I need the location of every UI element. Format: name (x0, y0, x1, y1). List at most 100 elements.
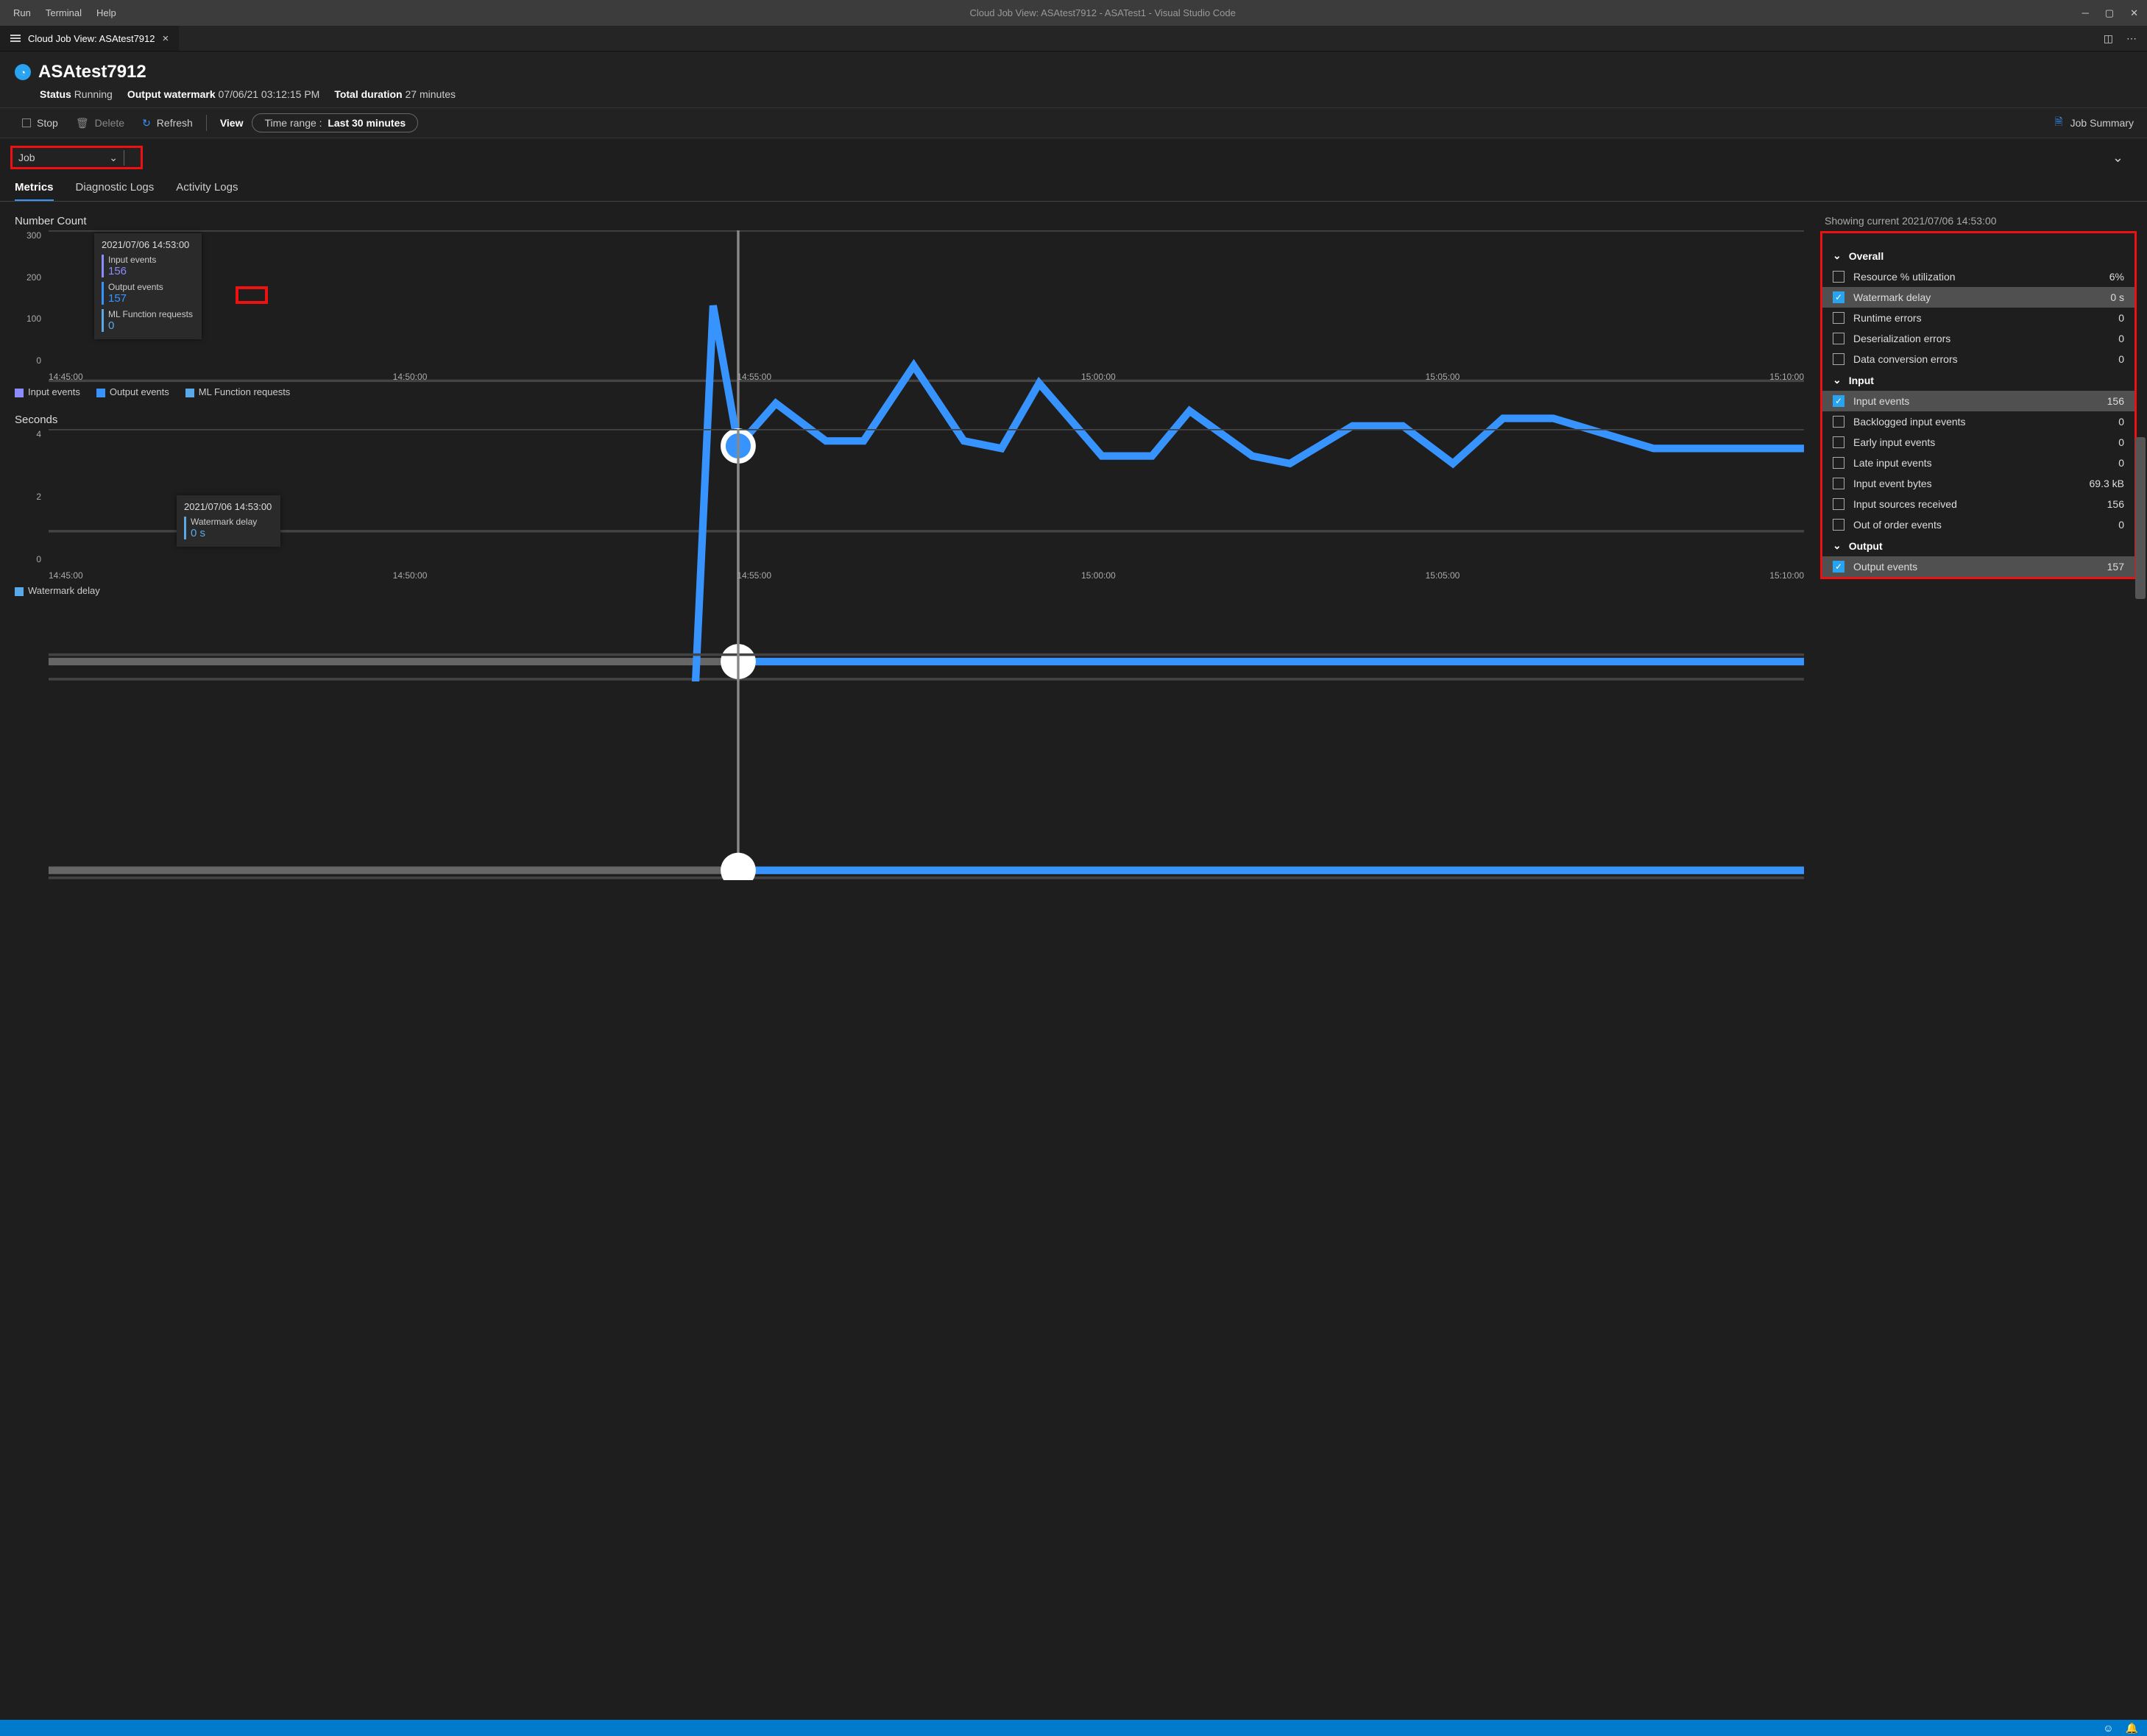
checkbox[interactable] (1833, 416, 1844, 428)
stop-label: Stop (37, 117, 58, 129)
menu-terminal[interactable]: Terminal (38, 3, 89, 23)
close-icon[interactable]: ✕ (2130, 7, 2138, 19)
chart2-y-axis: 420 (15, 429, 46, 564)
job-summary-button[interactable]: 🗎 Job Summary (2054, 114, 2134, 132)
checkbox[interactable] (1833, 291, 1844, 303)
checkbox[interactable] (1833, 333, 1844, 344)
time-range-chip[interactable]: Time range : Last 30 minutes (252, 113, 418, 132)
notifications-icon[interactable]: 🔔 (2126, 1722, 2138, 1735)
metric-label: Deserialization errors (1853, 333, 2118, 344)
collapse-icon[interactable]: ⌄ (2112, 150, 2123, 166)
stop-button[interactable]: Stop (13, 114, 67, 132)
metrics-panel-wrapper: Showing current 2021/07/06 14:53:00 ⌄Ove… (1820, 202, 2147, 620)
metric-row[interactable]: Watermark delay0 s (1822, 287, 2134, 308)
watermark-value: 07/06/21 03:12:15 PM (219, 88, 320, 100)
tab-cloud-job-view[interactable]: Cloud Job View: ASAtest7912 × (0, 26, 179, 51)
chart1[interactable]: 3002001000 2021/07/06 14:53:00 Input ev (15, 230, 1811, 378)
metric-label: Out of order events (1853, 519, 2118, 531)
menu-help[interactable]: Help (89, 3, 124, 23)
checkbox[interactable] (1833, 312, 1844, 324)
checkbox[interactable] (1833, 395, 1844, 407)
metrics-panel: ⌄Overall Resource % utilization6%Waterma… (1820, 231, 2137, 579)
minimize-icon[interactable]: ─ (2082, 7, 2089, 19)
metric-row[interactable]: Input event bytes69.3 kB (1822, 473, 2134, 494)
metric-row[interactable]: Input events156 (1822, 391, 2134, 411)
stream-analytics-icon: ◔ (15, 64, 31, 80)
metric-value: 156 (2107, 395, 2124, 407)
time-range-value: Last 30 minutes (328, 117, 406, 129)
metric-value: 0 (2118, 519, 2124, 531)
view-label: View (211, 114, 252, 132)
checkbox[interactable] (1833, 561, 1844, 573)
metric-value: 156 (2107, 498, 2124, 510)
metric-row[interactable]: Late input events0 (1822, 453, 2134, 473)
more-icon[interactable]: ⋯ (2126, 32, 2137, 45)
metric-row[interactable]: Input sources received156 (1822, 494, 2134, 514)
metric-row[interactable]: Backlogged input events0 (1822, 411, 2134, 432)
group-overall[interactable]: ⌄Overall (1822, 245, 2134, 266)
status-value: Running (74, 88, 113, 100)
refresh-button[interactable]: ↻ Refresh (133, 114, 202, 132)
metric-row[interactable]: Early input events0 (1822, 432, 2134, 453)
delete-label: Delete (95, 117, 124, 129)
separator (206, 115, 207, 131)
metric-row[interactable]: Deserialization errors0 (1822, 328, 2134, 349)
metric-value: 0 (2118, 416, 2124, 428)
chevron-down-icon: ⌄ (1833, 539, 1842, 552)
feedback-icon[interactable]: ☺ (2103, 1722, 2113, 1734)
main-content: Number Count 3002001000 202 (0, 202, 2147, 620)
refresh-label: Refresh (157, 117, 193, 129)
showing-current-label: Showing current 2021/07/06 14:53:00 (1820, 202, 2147, 231)
maximize-icon[interactable]: ▢ (2105, 7, 2114, 19)
list-icon (10, 35, 21, 42)
chart1-tooltip: 2021/07/06 14:53:00 Input events156 Outp… (94, 233, 202, 339)
checkbox[interactable] (1833, 519, 1844, 531)
resource-selector[interactable]: Job ⌄ (10, 146, 143, 169)
metric-label: Backlogged input events (1853, 416, 2118, 428)
split-editor-icon[interactable]: ◫ (2104, 32, 2113, 45)
checkbox[interactable] (1833, 478, 1844, 489)
sub-tabs: Metrics Diagnostic Logs Activity Logs (0, 177, 2147, 202)
group-output[interactable]: ⌄Output (1822, 535, 2134, 556)
status-bar: ☺ 🔔 (0, 1720, 2147, 1736)
chevron-down-icon: ⌄ (109, 152, 118, 164)
chevron-down-icon: ⌄ (1833, 249, 1842, 262)
title-bar: Run Terminal Help Cloud Job View: ASAtes… (0, 0, 2147, 26)
job-header: ◔ ASAtest7912 Status Running Output wate… (0, 52, 2147, 107)
metric-label: Watermark delay (1853, 291, 2110, 303)
metric-label: Input events (1853, 395, 2107, 407)
checkbox[interactable] (1833, 436, 1844, 448)
delete-button[interactable]: 🗑 Delete (67, 114, 133, 132)
metric-row[interactable]: Output events157 (1822, 556, 2134, 577)
checkbox[interactable] (1833, 498, 1844, 510)
metric-row[interactable]: Out of order events0 (1822, 514, 2134, 535)
tab-metrics[interactable]: Metrics (15, 178, 54, 201)
chart1-title: Number Count (15, 215, 1811, 227)
metric-value: 0 (2118, 457, 2124, 469)
metric-row[interactable]: Resource % utilization6% (1822, 266, 2134, 287)
tab-activity-logs[interactable]: Activity Logs (176, 178, 238, 201)
chart1-y-axis: 3002001000 (15, 230, 46, 366)
duration-value: 27 minutes (406, 88, 456, 100)
group-input[interactable]: ⌄Input (1822, 369, 2134, 391)
close-tab-icon[interactable]: × (163, 32, 169, 45)
chart2[interactable]: 420 2021/07/06 14:53:00 Watermark delay0… (15, 429, 1811, 576)
metric-value: 0 (2118, 312, 2124, 324)
tab-diagnostic-logs[interactable]: Diagnostic Logs (76, 178, 155, 201)
window-controls: ─ ▢ ✕ (2082, 7, 2141, 19)
metric-label: Data conversion errors (1853, 353, 2118, 365)
metric-row[interactable]: Data conversion errors0 (1822, 349, 2134, 369)
time-range-label: Time range : (264, 117, 322, 129)
resource-selector-label: Job (18, 152, 35, 163)
scrollbar[interactable] (2135, 437, 2146, 599)
metric-label: Input sources received (1853, 498, 2107, 510)
checkbox[interactable] (1833, 457, 1844, 469)
metric-label: Resource % utilization (1853, 271, 2109, 283)
trash-icon: 🗑 (76, 117, 89, 130)
menu-run[interactable]: Run (6, 3, 38, 23)
checkbox[interactable] (1833, 271, 1844, 283)
job-name: ASAtest7912 (38, 62, 146, 82)
highlight-marker (236, 286, 268, 304)
checkbox[interactable] (1833, 353, 1844, 365)
metric-row[interactable]: Runtime errors0 (1822, 308, 2134, 328)
